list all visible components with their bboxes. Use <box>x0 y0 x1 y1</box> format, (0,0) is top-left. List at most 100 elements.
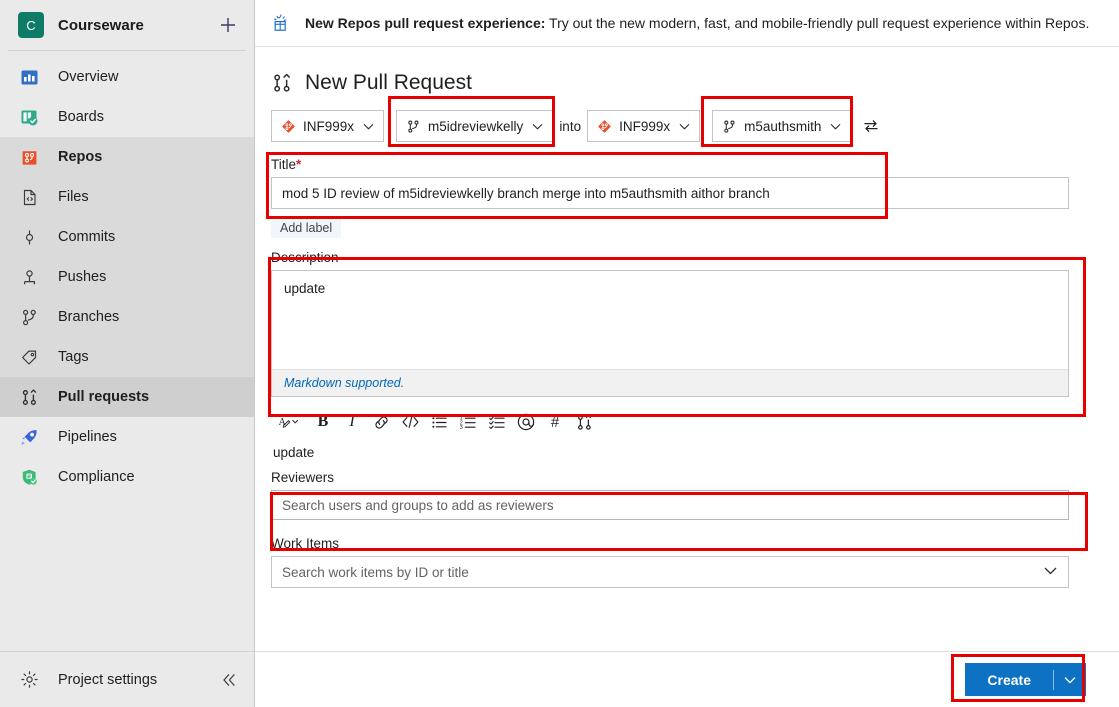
work-items-input[interactable]: Search work items by ID or title <box>271 556 1069 588</box>
app-root: C Courseware Overview Boards Repos Files… <box>0 0 1119 707</box>
pull-request-icon <box>271 72 293 94</box>
project-avatar: C <box>18 12 44 38</box>
mention-icon[interactable] <box>513 409 539 435</box>
branch-selector-row: INF999x m5idreviewkelly into INF999x m5a… <box>271 109 1097 143</box>
sidebar-item-repos[interactable]: Repos <box>0 137 254 177</box>
sidebar-item-pushes[interactable]: Pushes <box>0 257 254 297</box>
sidebar-item-pull-requests[interactable]: Pull requests <box>0 377 254 417</box>
task-list-icon[interactable] <box>484 409 510 435</box>
project-settings-label: Project settings <box>58 671 158 688</box>
repo-diamond-icon <box>281 119 296 134</box>
pushes-icon <box>18 266 40 288</box>
text-style-icon[interactable]: A <box>273 409 307 435</box>
project-header: C Courseware <box>0 0 254 50</box>
sidebar-item-label: Branches <box>58 309 120 325</box>
chevron-down-icon <box>362 120 375 133</box>
sidebar-item-commits[interactable]: Commits <box>0 217 254 257</box>
numbered-list-icon[interactable]: 1 2 3 <box>455 409 481 435</box>
sidebar-item-label: Repos <box>58 149 103 165</box>
commits-icon <box>18 226 40 248</box>
branch-icon <box>406 119 421 134</box>
form-action-bar: Create <box>255 651 1119 707</box>
link-icon[interactable] <box>368 409 394 435</box>
chevron-down-icon <box>829 120 842 133</box>
sidebar-item-label: Pushes <box>58 269 107 285</box>
page-title: New Pull Request <box>305 71 472 94</box>
description-textarea[interactable]: update <box>272 271 1068 369</box>
main-panel: New Repos pull request experience: Try o… <box>255 0 1119 707</box>
branches-icon <box>18 306 40 328</box>
sidebar-item-label: Pipelines <box>58 429 117 445</box>
sidebar-item-label: Files <box>58 189 89 205</box>
description-box: update Markdown supported. <box>271 270 1069 397</box>
files-icon <box>18 186 40 208</box>
pr-form: New Pull Request INF999x m5idreviewkelly… <box>255 47 1119 588</box>
add-label-button[interactable]: Add label <box>271 218 342 238</box>
sidebar-item-label: Compliance <box>58 469 135 485</box>
banner-rest-text: Try out the new modern, fast, and mobile… <box>545 15 1090 31</box>
overview-icon <box>18 66 40 88</box>
branch-icon <box>722 119 737 134</box>
target-repo-label: INF999x <box>619 118 671 134</box>
reviewers-label: Reviewers <box>271 470 335 485</box>
description-footer: Markdown supported. <box>272 369 1068 396</box>
banner-text: New Repos pull request experience: Try o… <box>305 15 1089 31</box>
sidebar-item-label: Pull requests <box>58 389 150 405</box>
reviewers-input[interactable]: Search users and groups to add as review… <box>271 490 1069 520</box>
double-chevron-left-icon[interactable] <box>218 669 240 691</box>
description-preview: update <box>273 445 315 460</box>
create-button-label: Create <box>987 671 1031 688</box>
gear-icon <box>18 669 40 691</box>
sidebar-nav: Overview Boards Repos Files Commits Push… <box>0 51 254 651</box>
sidebar: C Courseware Overview Boards Repos Files… <box>0 0 255 707</box>
project-settings-row[interactable]: Project settings <box>0 651 254 707</box>
work-items-label: Work Items <box>271 536 340 551</box>
header-icon[interactable]: # <box>542 409 568 435</box>
markdown-supported-link[interactable]: Markdown supported. <box>284 376 404 390</box>
banner-bold-text: New Repos pull request experience: <box>305 15 546 31</box>
sidebar-item-overview[interactable]: Overview <box>0 57 254 97</box>
source-repo-picker[interactable]: INF999x <box>271 110 385 142</box>
new-feature-gift-icon <box>270 13 291 34</box>
code-icon[interactable] <box>397 409 423 435</box>
page-title-row: New Pull Request <box>271 71 1097 95</box>
title-label-text: Title <box>271 157 297 172</box>
repos-icon <box>18 146 40 168</box>
title-section: Title* mod 5 ID review of m5idreviewkell… <box>271 157 1097 238</box>
sidebar-item-boards[interactable]: Boards <box>0 97 254 137</box>
pull-requests-icon <box>18 386 40 408</box>
source-branch-label: m5idreviewkelly <box>428 118 524 134</box>
sidebar-item-tags[interactable]: Tags <box>0 337 254 377</box>
sidebar-item-label: Overview <box>58 69 119 85</box>
bold-icon[interactable]: B <box>310 409 336 435</box>
into-label: into <box>559 118 582 134</box>
target-repo-picker[interactable]: INF999x <box>587 110 701 142</box>
sidebar-item-pipelines[interactable]: Pipelines <box>0 417 254 457</box>
tags-icon <box>18 346 40 368</box>
chevron-down-icon <box>678 120 691 133</box>
sidebar-item-label: Boards <box>58 109 104 125</box>
new-item-button[interactable] <box>216 13 240 37</box>
markdown-toolbar: A B I 1 2 3 # <box>273 405 1097 439</box>
boards-icon <box>18 106 40 128</box>
pipelines-icon <box>18 426 40 448</box>
chevron-down-icon[interactable] <box>1043 563 1058 581</box>
italic-icon[interactable]: I <box>339 409 365 435</box>
description-label: Description <box>271 250 339 265</box>
sidebar-item-branches[interactable]: Branches <box>0 297 254 337</box>
sidebar-item-label: Tags <box>58 349 89 365</box>
create-button[interactable]: Create <box>965 663 1086 696</box>
title-input[interactable]: mod 5 ID review of m5idreviewkelly branc… <box>271 177 1069 209</box>
chevron-down-icon[interactable] <box>1054 673 1086 687</box>
work-items-section: Work Items Search work items by ID or ti… <box>271 536 1097 588</box>
target-branch-label: m5authsmith <box>744 118 822 134</box>
target-branch-picker[interactable]: m5authsmith <box>712 110 852 142</box>
sidebar-item-files[interactable]: Files <box>0 177 254 217</box>
pull-request-link-icon[interactable] <box>571 409 597 435</box>
bulleted-list-icon[interactable] <box>426 409 452 435</box>
sidebar-item-compliance[interactable]: Compliance <box>0 457 254 497</box>
source-branch-picker[interactable]: m5idreviewkelly <box>396 110 554 142</box>
swap-arrows-icon[interactable] <box>860 115 882 137</box>
reviewers-section: Reviewers Search users and groups to add… <box>271 470 1097 520</box>
source-repo-label: INF999x <box>303 118 355 134</box>
